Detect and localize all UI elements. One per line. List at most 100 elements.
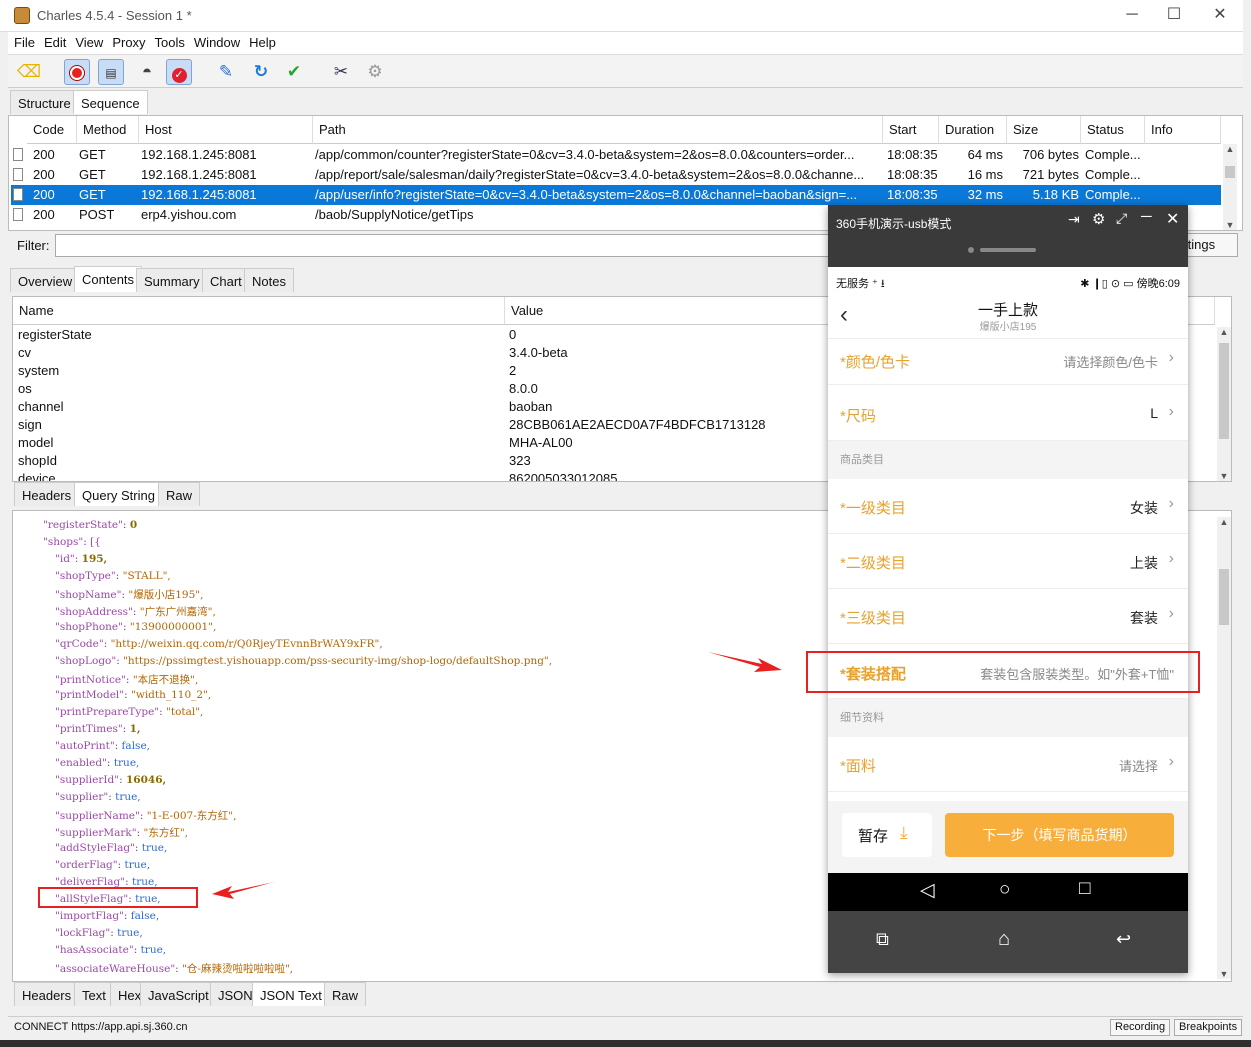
menu-proxy[interactable]: Proxy <box>106 32 148 50</box>
table-row-selected[interactable]: 200 GET 192.168.1.245:8081 /app/user/inf… <box>11 185 1221 205</box>
record-icon[interactable] <box>64 59 90 85</box>
tab-overview[interactable]: Overview <box>10 268 81 292</box>
tab-json-text[interactable]: JSON Text <box>252 982 330 1006</box>
menu-file[interactable]: File <box>8 32 38 50</box>
android-home-icon[interactable]: ○ <box>999 879 1010 901</box>
minimize-button[interactable]: ─ <box>1118 4 1146 26</box>
tab-notes[interactable]: Notes <box>244 268 294 292</box>
next-step-button[interactable]: 下一步（填写商品货期） <box>945 813 1174 857</box>
cell-path: /app/user/info?registerState=0&cv=3.4.0-… <box>315 187 858 202</box>
tab-summary[interactable]: Summary <box>136 268 208 292</box>
col-size[interactable]: Size <box>1007 116 1081 144</box>
json-scrollbar[interactable]: ▲ ▼ <box>1217 517 1231 979</box>
json-value: true, <box>124 859 151 871</box>
json-separator: : <box>139 810 147 822</box>
tab-req-raw[interactable]: Raw <box>158 482 201 506</box>
table-row[interactable]: 200 GET 192.168.1.245:8081 /app/report/s… <box>11 165 1221 185</box>
scroll-down-icon[interactable]: ▼ <box>1217 471 1231 481</box>
field-category-1[interactable]: *一级类目 女装 › <box>828 479 1188 534</box>
tab-text[interactable]: Text <box>74 982 114 1006</box>
col-status[interactable]: Status <box>1081 116 1145 144</box>
json-value: "爆版小店195", <box>128 589 204 601</box>
menu-view[interactable]: View <box>69 32 106 50</box>
col-start[interactable]: Start <box>883 116 939 144</box>
scroll-down-icon[interactable]: ▼ <box>1217 969 1231 979</box>
col-host[interactable]: Host <box>139 116 313 144</box>
json-line: "shopType": "STALL", <box>55 570 171 582</box>
field-category-2[interactable]: *二级类目 上装 › <box>828 534 1188 589</box>
menu-window[interactable]: Window <box>188 32 243 50</box>
settings-icon[interactable]: ⚙ <box>1092 210 1105 228</box>
field-category-3[interactable]: *三级类目 套装 › <box>828 589 1188 644</box>
field-size[interactable]: *尺码 L › <box>828 385 1188 441</box>
col-info[interactable]: Info <box>1145 116 1221 144</box>
broom-icon[interactable]: ⌫ <box>16 59 42 85</box>
tab-resp-headers[interactable]: Headers <box>14 982 80 1006</box>
field-color[interactable]: *颜色/色卡 请选择颜色/色卡 › <box>828 339 1188 385</box>
scroll-thumb[interactable] <box>1219 343 1229 439</box>
query-scrollbar[interactable]: ▲ ▼ <box>1217 327 1231 481</box>
android-recents-icon[interactable]: □ <box>1079 878 1090 900</box>
json-separator: : <box>122 621 130 633</box>
field-label: *颜色/色卡 <box>840 354 911 371</box>
gear-icon[interactable]: ⚙ <box>362 59 388 85</box>
maximize-button[interactable]: ☐ <box>1160 4 1188 26</box>
tab-resp-raw[interactable]: Raw <box>324 982 367 1006</box>
field-fabric[interactable]: *面料 请选择 › <box>828 737 1188 792</box>
scroll-thumb[interactable] <box>1225 166 1235 178</box>
tools-icon[interactable]: ✂ <box>328 59 354 85</box>
drag-handle[interactable] <box>980 248 1036 252</box>
col-path[interactable]: Path <box>313 116 883 144</box>
android-back-icon[interactable]: ◁ <box>920 879 935 902</box>
json-value: false, <box>130 910 160 922</box>
json-line: "addStyleFlag": true, <box>55 842 167 854</box>
col-method[interactable]: Method <box>77 116 139 144</box>
scroll-up-icon[interactable]: ▲ <box>1217 517 1231 527</box>
pin-icon[interactable]: ⇥ <box>1068 211 1080 228</box>
close-button[interactable]: ✕ <box>1206 4 1234 26</box>
return-icon[interactable]: ↩ <box>1116 929 1131 950</box>
breakpoints-button[interactable]: Breakpoints <box>1174 1019 1243 1036</box>
pen-icon[interactable]: ✎ <box>213 59 239 85</box>
save-draft-button[interactable]: 暂存 ⤓ <box>842 813 932 857</box>
chevron-right-icon: › <box>1168 605 1174 622</box>
breakpoint-icon[interactable]: ✓ <box>166 59 192 85</box>
tab-contents[interactable]: Contents <box>74 266 143 292</box>
refresh-icon[interactable]: ↻ <box>248 59 274 85</box>
section-header: 细节资料 <box>828 699 1188 737</box>
tab-req-headers[interactable]: Headers <box>14 482 80 506</box>
minimize-icon[interactable]: ─ <box>1141 208 1152 225</box>
tab-structure[interactable]: Structure <box>10 90 79 114</box>
tab-chart[interactable]: Chart <box>202 268 250 292</box>
turtle-icon[interactable]: ◓ <box>134 59 160 85</box>
recent-apps-icon[interactable]: ⧉ <box>876 929 889 950</box>
cell-start: 18:08:35 <box>887 147 938 162</box>
home-icon[interactable]: ⌂ <box>998 928 1010 951</box>
menu-edit[interactable]: Edit <box>38 32 69 50</box>
col-code[interactable]: Code <box>27 116 77 144</box>
menu-tools[interactable]: Tools <box>149 32 188 50</box>
fullscreen-icon[interactable]: ⤢ <box>1116 210 1127 227</box>
check-icon[interactable]: ✔ <box>281 59 307 85</box>
scroll-thumb[interactable] <box>1219 569 1229 625</box>
col-duration[interactable]: Duration <box>939 116 1007 144</box>
tab-query-string[interactable]: Query String <box>74 482 163 506</box>
recording-button[interactable]: Recording <box>1110 1019 1171 1036</box>
table-row[interactable]: 200 GET 192.168.1.245:8081 /app/common/c… <box>11 145 1221 165</box>
throttle-icon[interactable]: ▤ <box>98 59 124 85</box>
scroll-down-icon[interactable]: ▼ <box>1223 220 1237 230</box>
col-name[interactable]: Name <box>13 297 505 325</box>
sequence-scrollbar[interactable]: ▲ ▼ <box>1223 144 1237 230</box>
cell-path: /app/common/counter?registerState=0&cv=3… <box>315 147 855 162</box>
tab-sequence[interactable]: Sequence <box>73 90 148 114</box>
param-value: 8.0.0 <box>509 381 538 396</box>
scroll-up-icon[interactable]: ▲ <box>1223 144 1237 154</box>
cell-duration: 16 ms <box>967 167 1003 182</box>
menu-help[interactable]: Help <box>243 32 279 50</box>
field-label: *一级类目 <box>840 500 906 517</box>
json-key: "shopAddress" <box>55 606 133 618</box>
scroll-up-icon[interactable]: ▲ <box>1217 327 1231 337</box>
close-icon[interactable]: ✕ <box>1166 209 1179 229</box>
json-separator: : <box>133 944 141 956</box>
tab-javascript[interactable]: JavaScript <box>140 982 217 1006</box>
